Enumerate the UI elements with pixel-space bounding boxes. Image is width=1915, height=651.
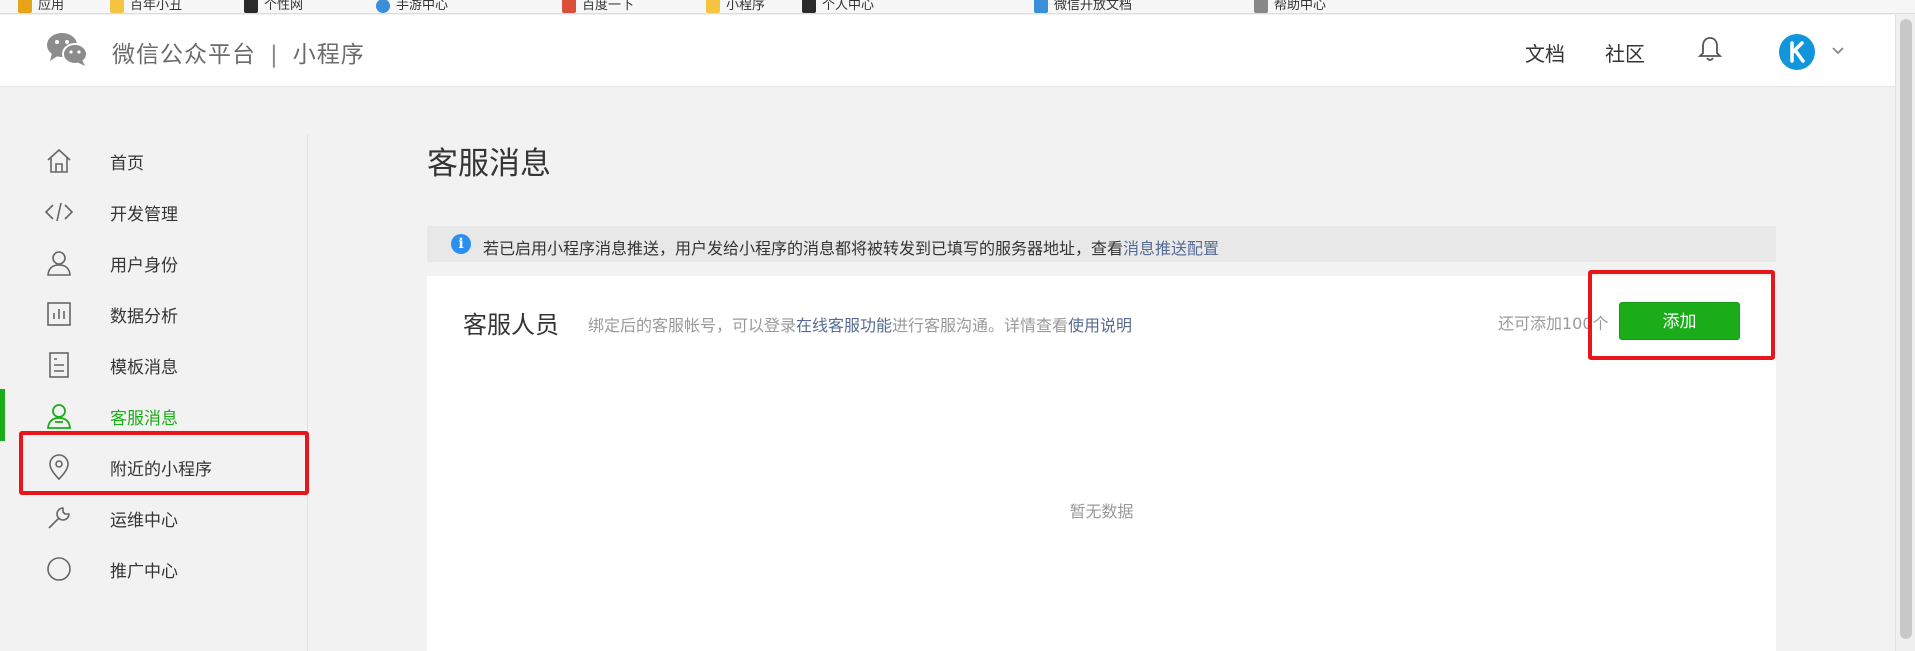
avatar-k-icon <box>1790 41 1805 63</box>
page-title: 客服消息 <box>427 146 551 182</box>
code-icon <box>44 202 74 222</box>
bookmark-item[interactable]: 个性网 <box>244 0 303 13</box>
sidebar-item-label: 首页 <box>110 154 144 174</box>
brand-title[interactable]: 微信公众平台 | 小程序 <box>112 35 365 69</box>
user-icon <box>47 251 71 276</box>
site-icon <box>802 0 816 13</box>
push-config-link[interactable]: 消息推送配置 <box>1123 239 1219 258</box>
sidebar-item-dev-management[interactable]: 开发管理 <box>0 185 308 237</box>
sidebar-item-label: 用户身份 <box>110 256 178 276</box>
sidebar-item-data-analysis[interactable]: 数据分析 <box>0 287 308 339</box>
site-icon <box>376 0 390 13</box>
promotion-icon <box>47 557 71 581</box>
empty-state-text: 暂无数据 <box>1069 502 1134 521</box>
top-header: 微信公众平台 | 小程序 文档 社区 <box>0 15 1895 87</box>
bookmark-item[interactable]: 应用 <box>18 0 64 13</box>
scrollbar-thumb[interactable] <box>1900 19 1912 639</box>
highlight-box-nav <box>19 431 309 495</box>
document-icon <box>1254 0 1268 13</box>
online-service-link[interactable]: 在线客服功能 <box>796 316 892 335</box>
sidebar-item-label: 推广中心 <box>110 562 178 582</box>
sidebar-item-label: 客服消息 <box>110 409 178 429</box>
sidebar-item-home[interactable]: 首页 <box>0 134 308 186</box>
sidebar-item-label: 开发管理 <box>110 205 178 225</box>
usage-guide-link[interactable]: 使用说明 <box>1068 316 1132 335</box>
sidebar-item-user-identity[interactable]: 用户身份 <box>0 236 308 288</box>
bookmark-item[interactable]: 个人中心 <box>802 0 874 13</box>
site-icon <box>1034 0 1048 13</box>
docs-link[interactable]: 文档 <box>1525 38 1565 67</box>
service-staff-card: 客服人员 绑定后的客服帐号，可以登录在线客服功能进行客服沟通。详情查看使用说明 … <box>427 276 1776 651</box>
info-icon: i <box>451 234 471 254</box>
platform-name: 微信公众平台 <box>112 42 256 68</box>
document-icon <box>49 352 69 378</box>
notice-text: 若已启用小程序消息推送，用户发给小程序的消息都将被转发到已填写的服务器地址，查看… <box>483 239 1220 258</box>
site-icon <box>244 0 258 13</box>
wrench-icon <box>48 507 70 529</box>
sidebar-divider <box>307 134 308 651</box>
bookmarks-bar: 应用 百年小丑 个性网 手游中心 百度一下 小程序 个人中心 微信开放文档 帮助… <box>0 0 1915 14</box>
card-title: 客服人员 <box>463 311 559 339</box>
bookmark-item[interactable]: 百度一下 <box>562 0 634 13</box>
home-icon <box>47 148 71 173</box>
chart-icon <box>47 302 71 326</box>
sidebar-item-template-message[interactable]: 模板消息 <box>0 338 308 390</box>
avatar[interactable] <box>1779 34 1815 70</box>
community-link[interactable]: 社区 <box>1605 38 1645 67</box>
folder-icon <box>110 0 124 13</box>
product-name: 小程序 <box>292 42 365 68</box>
apps-icon <box>18 0 32 13</box>
highlight-box-add <box>1588 270 1775 360</box>
wechat-logo-icon <box>47 33 88 66</box>
sidebar-item-label: 运维中心 <box>110 511 178 531</box>
bell-icon[interactable] <box>1697 35 1723 63</box>
service-icon <box>47 404 71 429</box>
scrollbar[interactable] <box>1895 15 1915 651</box>
sidebar: 首页 开发管理 用户身份 数据分析 模板消息 客服消息 附近的小程序 运维中心 … <box>0 134 308 651</box>
info-notice: i 若已启用小程序消息推送，用户发给小程序的消息都将被转发到已填写的服务器地址，… <box>427 226 1776 262</box>
sidebar-item-ops-center[interactable]: 运维中心 <box>0 491 308 543</box>
bookmark-item[interactable]: 手游中心 <box>376 0 448 13</box>
folder-icon <box>706 0 720 13</box>
active-indicator <box>0 389 5 441</box>
bookmark-item[interactable]: 帮助中心 <box>1254 0 1326 13</box>
bookmark-item[interactable]: 微信开放文档 <box>1034 0 1132 13</box>
sidebar-item-promotion-center[interactable]: 推广中心 <box>0 542 308 594</box>
brand-separator: | <box>270 42 279 68</box>
card-description: 绑定后的客服帐号，可以登录在线客服功能进行客服沟通。详情查看使用说明 <box>588 316 1133 335</box>
chevron-down-icon[interactable] <box>1830 43 1846 59</box>
site-icon <box>562 0 576 13</box>
bookmark-item[interactable]: 百年小丑 <box>110 0 182 13</box>
sidebar-item-label: 数据分析 <box>110 307 178 327</box>
sidebar-item-label: 模板消息 <box>110 358 178 378</box>
bookmark-item[interactable]: 小程序 <box>706 0 765 13</box>
